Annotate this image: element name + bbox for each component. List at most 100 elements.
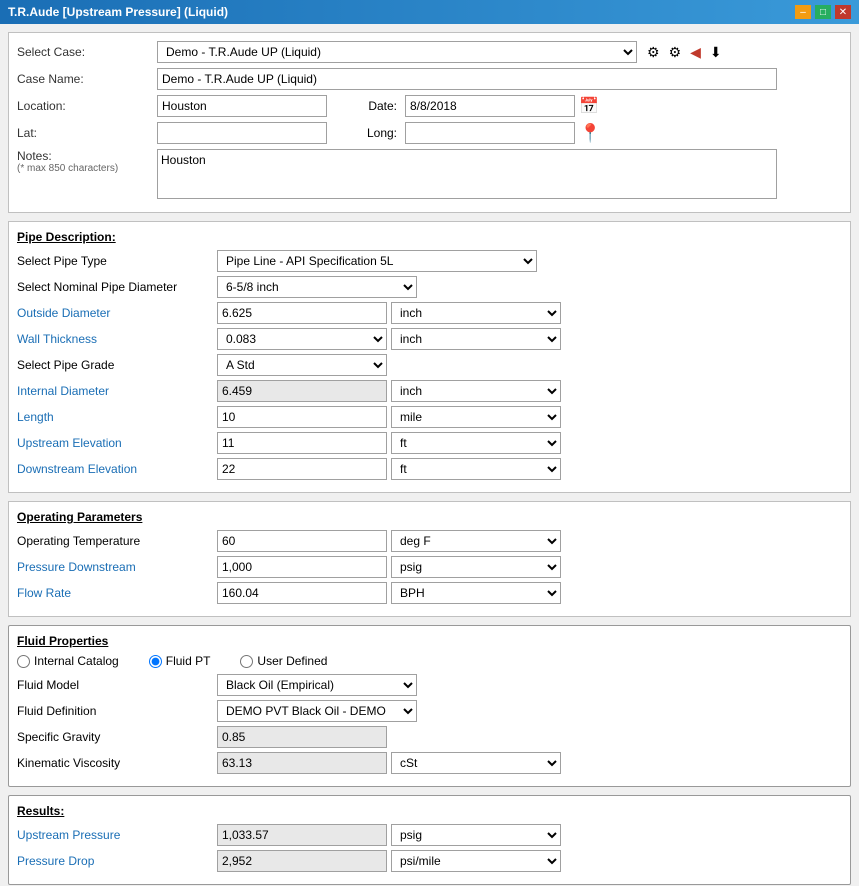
nom-diam-select[interactable]: 6-5/8 inch: [217, 276, 417, 298]
nom-diam-row: Select Nominal Pipe Diameter 6-5/8 inch: [17, 276, 842, 298]
upstream-elev-row: Upstream Elevation ft m: [17, 432, 842, 454]
fluid-model-select[interactable]: Black Oil (Empirical): [217, 674, 417, 696]
fluid-radio-group: Internal Catalog Fluid PT User Defined: [17, 654, 842, 668]
fluid-model-label: Fluid Model: [17, 678, 217, 692]
upstream-elev-label: Upstream Elevation: [17, 436, 217, 450]
radio-internal-catalog[interactable]: Internal Catalog: [17, 654, 119, 668]
pressure-down-input[interactable]: [217, 556, 387, 578]
location-date-row: Location: Date: 📅: [17, 95, 842, 117]
minimize-button[interactable]: –: [795, 5, 811, 19]
temp-unit[interactable]: deg F deg C: [391, 530, 561, 552]
pipe-type-label: Select Pipe Type: [17, 254, 217, 268]
date-label: Date:: [347, 99, 397, 113]
case-icons: ⚙ ⚙ ◀ ⬇: [645, 44, 724, 61]
radio-internal-catalog-label: Internal Catalog: [34, 654, 119, 668]
map-pin-icon[interactable]: 📍: [579, 123, 601, 144]
close-button[interactable]: ✕: [835, 5, 851, 19]
pipe-type-select[interactable]: Pipe Line - API Specification 5L: [217, 250, 537, 272]
long-input[interactable]: [405, 122, 575, 144]
flow-rate-unit[interactable]: BPH m3/hr gpm: [391, 582, 561, 604]
kinematic-visc-unit[interactable]: cSt cp: [391, 752, 561, 774]
pipe-section-title: Pipe Description:: [17, 230, 842, 244]
downstream-elev-label: Downstream Elevation: [17, 462, 217, 476]
settings-icon-2[interactable]: ⚙: [667, 44, 684, 61]
downstream-elev-unit[interactable]: ft m: [391, 458, 561, 480]
notes-label: Notes:: [17, 149, 157, 163]
flow-rate-input[interactable]: [217, 582, 387, 604]
kinematic-visc-label: Kinematic Viscosity: [17, 756, 217, 770]
case-section: Select Case: Demo - T.R.Aude UP (Liquid)…: [8, 32, 851, 213]
upstream-press-input[interactable]: [217, 824, 387, 846]
location-label: Location:: [17, 99, 157, 113]
pressure-down-label: Pressure Downstream: [17, 560, 217, 574]
length-label: Length: [17, 410, 217, 424]
internal-diam-unit[interactable]: inch mm: [391, 380, 561, 402]
share-icon[interactable]: ◀: [688, 44, 703, 61]
fluid-def-row: Fluid Definition DEMO PVT Black Oil - DE…: [17, 700, 842, 722]
location-input[interactable]: [157, 95, 327, 117]
specific-gravity-row: Specific Gravity: [17, 726, 842, 748]
temp-input[interactable]: [217, 530, 387, 552]
download-icon[interactable]: ⬇: [708, 44, 724, 61]
pipe-type-row: Select Pipe Type Pipe Line - API Specifi…: [17, 250, 842, 272]
radio-user-defined-input[interactable]: [240, 655, 253, 668]
long-label: Long:: [347, 126, 397, 140]
settings-icon-1[interactable]: ⚙: [645, 44, 662, 61]
upstream-press-unit[interactable]: psig kPa bar: [391, 824, 561, 846]
outside-diam-input[interactable]: [217, 302, 387, 324]
lat-label: Lat:: [17, 126, 157, 140]
fluid-model-row: Fluid Model Black Oil (Empirical): [17, 674, 842, 696]
radio-internal-catalog-input[interactable]: [17, 655, 30, 668]
fluid-def-select[interactable]: DEMO PVT Black Oil - DEMO: [217, 700, 417, 722]
length-input[interactable]: [217, 406, 387, 428]
maximize-button[interactable]: □: [815, 5, 831, 19]
case-name-input[interactable]: [157, 68, 777, 90]
radio-user-defined[interactable]: User Defined: [240, 654, 327, 668]
notes-textarea[interactable]: Houston: [157, 149, 777, 199]
fluid-section: Fluid Properties Internal Catalog Fluid …: [8, 625, 851, 787]
pressure-drop-input[interactable]: [217, 850, 387, 872]
nom-diam-label: Select Nominal Pipe Diameter: [17, 280, 217, 294]
lat-long-row: Lat: Long: 📍: [17, 122, 842, 144]
date-input[interactable]: [405, 95, 575, 117]
pipe-section: Pipe Description: Select Pipe Type Pipe …: [8, 221, 851, 493]
wall-thick-row: Wall Thickness 0.083 inch mm: [17, 328, 842, 350]
upstream-press-label: Upstream Pressure: [17, 828, 217, 842]
case-name-row: Case Name:: [17, 68, 842, 90]
fluid-section-title: Fluid Properties: [17, 634, 842, 648]
window-controls: – □ ✕: [795, 5, 851, 19]
radio-fluid-pt[interactable]: Fluid PT: [149, 654, 211, 668]
kinematic-visc-row: Kinematic Viscosity cSt cp: [17, 752, 842, 774]
upstream-elev-input[interactable]: [217, 432, 387, 454]
radio-fluid-pt-label: Fluid PT: [166, 654, 211, 668]
calendar-icon[interactable]: 📅: [579, 96, 599, 116]
title-bar: T.R.Aude [Upstream Pressure] (Liquid) – …: [0, 0, 859, 24]
select-case-row: Select Case: Demo - T.R.Aude UP (Liquid)…: [17, 41, 842, 63]
fluid-def-label: Fluid Definition: [17, 704, 217, 718]
select-case-dropdown[interactable]: Demo - T.R.Aude UP (Liquid): [157, 41, 637, 63]
kinematic-visc-input[interactable]: [217, 752, 387, 774]
temp-label: Operating Temperature: [17, 534, 217, 548]
wall-thick-unit[interactable]: inch mm: [391, 328, 561, 350]
pressure-drop-unit[interactable]: psi/mile kPa/km bar/km: [391, 850, 561, 872]
radio-user-defined-label: User Defined: [257, 654, 327, 668]
results-section-title: Results:: [17, 804, 842, 818]
specific-gravity-input[interactable]: [217, 726, 387, 748]
upstream-press-row: Upstream Pressure psig kPa bar: [17, 824, 842, 846]
pipe-grade-label: Select Pipe Grade: [17, 358, 217, 372]
upstream-elev-unit[interactable]: ft m: [391, 432, 561, 454]
internal-diam-input[interactable]: [217, 380, 387, 402]
internal-diam-row: Internal Diameter inch mm: [17, 380, 842, 402]
wall-thick-select[interactable]: 0.083: [217, 328, 387, 350]
outside-diam-unit[interactable]: inch mm cm ft: [391, 302, 561, 324]
pressure-down-unit[interactable]: psig kPa bar psia: [391, 556, 561, 578]
downstream-elev-input[interactable]: [217, 458, 387, 480]
radio-fluid-pt-input[interactable]: [149, 655, 162, 668]
pressure-drop-row: Pressure Drop psi/mile kPa/km bar/km: [17, 850, 842, 872]
operating-section-title: Operating Parameters: [17, 510, 842, 524]
lat-input[interactable]: [157, 122, 327, 144]
length-unit[interactable]: mile km ft: [391, 406, 561, 428]
pressure-drop-label: Pressure Drop: [17, 854, 217, 868]
pipe-grade-select[interactable]: A Std: [217, 354, 387, 376]
pressure-down-row: Pressure Downstream psig kPa bar psia: [17, 556, 842, 578]
